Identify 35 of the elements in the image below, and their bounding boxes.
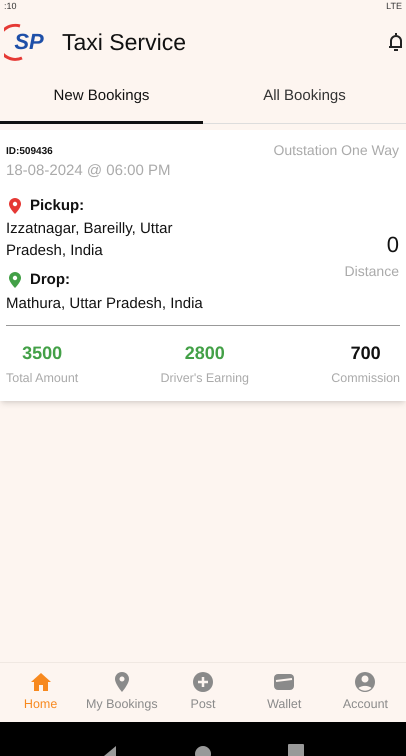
amount-label: Driver's Earning: [160, 370, 250, 387]
recents-icon[interactable]: [288, 744, 304, 756]
pickup-label: Pickup:: [30, 196, 84, 216]
nav-item[interactable]: Wallet: [244, 663, 325, 722]
amount-label: Commission: [331, 370, 400, 386]
nav-item[interactable]: My Bookings: [81, 663, 162, 722]
trip-type: Outstation One Way: [273, 141, 399, 160]
network-indicator: LTE: [386, 2, 402, 10]
nav-item[interactable]: Account: [324, 663, 406, 722]
notification-bell-icon[interactable]: [388, 31, 402, 53]
amount-value: 2800: [184, 342, 225, 364]
account-icon: [354, 671, 376, 694]
amount-value: 3500: [22, 342, 62, 364]
amount-value: 700: [350, 342, 381, 364]
amount-label: Total Amount: [6, 370, 78, 386]
nav-item[interactable]: Home: [0, 663, 82, 722]
tab[interactable]: New Bookings: [0, 72, 203, 124]
home-icon: [30, 671, 52, 694]
status-time: :10: [4, 2, 17, 10]
app-title: Taxi Service: [62, 28, 186, 57]
back-icon[interactable]: [102, 744, 118, 756]
drop-pin-icon: [9, 272, 21, 288]
nav-item[interactable]: Post: [162, 663, 244, 722]
app-logo: SP: [4, 23, 54, 61]
tab[interactable]: All Bookings: [203, 72, 406, 124]
booking-id: ID:509436: [6, 145, 54, 159]
booking-card[interactable]: [0, 130, 406, 402]
plus-circle-icon: [192, 671, 214, 694]
drop-address: Mathura, Uttar Pradesh, India: [6, 294, 204, 314]
distance-value: 0: [386, 230, 399, 258]
drop-label: Drop:: [30, 270, 70, 290]
booking-datetime: 18-08-2024 @ 06:00 PM: [6, 161, 170, 181]
pickup-address: Izzatnagar, Bareilly, Uttar Pradesh, India: [6, 219, 174, 261]
pickup-pin-icon: [9, 198, 21, 214]
distance-label: Distance: [344, 262, 399, 280]
